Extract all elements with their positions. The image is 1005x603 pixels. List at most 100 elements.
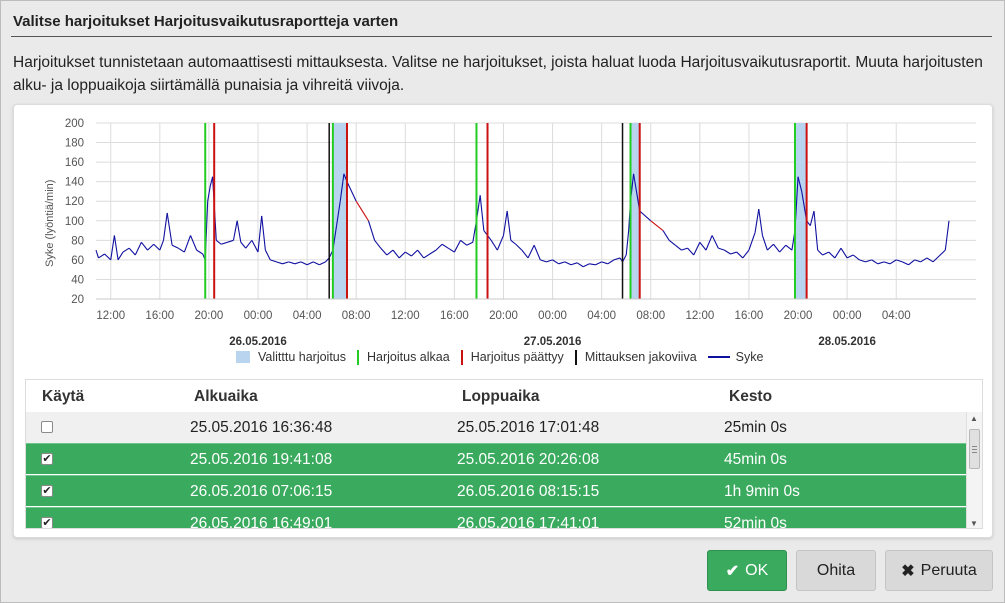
grip-line-icon [972, 449, 977, 450]
y-tick-label: 80 [71, 235, 84, 247]
legend-division: Mittauksen jakoviiva [574, 349, 697, 365]
legend-start: Harjoitus alkaa [357, 349, 450, 365]
heart-rate-segment [215, 239, 222, 245]
skip-button[interactable]: Ohita [796, 550, 876, 591]
heart-rate-segment [817, 249, 823, 256]
heart-rate-segment [189, 235, 198, 251]
heart-rate-segment [128, 247, 136, 256]
heart-rate-segment [147, 243, 155, 251]
heart-rate-segment [134, 242, 142, 256]
row-checkbox-checked[interactable]: ✔ [41, 485, 53, 497]
selected-workout-band [332, 123, 347, 299]
x-tick-label: 16:00 [440, 310, 469, 322]
legend-hr: Syke [707, 350, 763, 364]
heart-rate-segment [496, 235, 504, 251]
heart-rate-segment [435, 243, 443, 251]
check-icon: ✔ [725, 562, 740, 580]
heart-rate-segment [846, 254, 854, 259]
heart-rate-segment [748, 232, 756, 251]
scroll-down-icon[interactable]: ▼ [970, 519, 978, 528]
x-tick-label: 16:00 [145, 310, 174, 322]
header-end-time[interactable]: Loppuaika [462, 388, 540, 406]
heart-rate-segment [785, 244, 793, 251]
dialog-description: Harjoitukset tunnistetaan automaattisest… [13, 54, 983, 94]
heart-rate-chart[interactable]: 200 180 160 140 120 100 80 60 40 20 12:00 16:00 20:0… [14, 105, 994, 345]
table-row[interactable]: ✔ 26.05.2016 07:06:15 26.05.2016 08:15:1… [26, 475, 967, 506]
y-tick-label: 180 [65, 138, 84, 150]
heart-rate-segment [183, 235, 192, 253]
heart-rate-segment [306, 261, 314, 266]
date-label: 26.05.2016 [229, 336, 287, 345]
table-scrollbar[interactable]: ▲ ▼ [966, 412, 982, 528]
header-duration[interactable]: Kesto [729, 388, 772, 406]
heart-rate-segment [564, 261, 572, 266]
scroll-up-icon[interactable]: ▲ [970, 414, 978, 423]
header-start-time[interactable]: Alkuaika [194, 388, 258, 406]
cancel-button-label: Peruuta [920, 561, 977, 579]
heart-rate-segment [240, 241, 247, 249]
x-tick-label: 20:00 [195, 310, 224, 322]
y-tick-label: 140 [65, 177, 84, 189]
heart-rate-segment [264, 249, 271, 261]
row-checkbox[interactable] [41, 421, 53, 433]
heart-rate-segment [822, 251, 829, 256]
heart-rate-segment [718, 247, 725, 251]
heart-rate-segment [282, 261, 289, 265]
heart-rate-segment [453, 240, 462, 253]
heart-rate-segment [386, 249, 394, 256]
heart-rate-segment [479, 195, 485, 231]
table-row[interactable]: 25.05.2016 16:36:48 25.05.2016 17:01:48 … [26, 412, 967, 443]
row-end-time: 26.05.2016 17:41:01 [457, 515, 600, 529]
heart-rate-segment [177, 247, 185, 253]
heart-rate-segment [404, 251, 412, 257]
scroll-thumb[interactable] [969, 429, 980, 469]
ok-button[interactable]: ✔ OK [707, 550, 787, 591]
row-start-time: 25.05.2016 19:41:08 [190, 451, 333, 468]
heart-rate-segment [122, 247, 130, 253]
x-tick-label: 08:00 [636, 310, 665, 322]
heart-rate-segment [95, 249, 99, 259]
header-use[interactable]: Käytä [42, 388, 84, 406]
row-checkbox-checked[interactable]: ✔ [41, 453, 53, 465]
x-tick-label: 00:00 [833, 310, 862, 322]
y-tick-label: 200 [65, 118, 84, 130]
date-label: 27.05.2016 [524, 336, 582, 345]
heart-rate-segment [809, 210, 815, 226]
table-row[interactable]: ✔ 25.05.2016 19:41:08 25.05.2016 20:26:0… [26, 443, 967, 474]
legend-start-swatch [357, 349, 360, 365]
heart-rate-segment [159, 240, 165, 251]
chart-axes: 200 180 160 140 120 100 80 60 40 20 12:00 16:00 20:0… [65, 118, 976, 345]
legend-end-label: Harjoitus päättyy [470, 350, 564, 364]
row-checkbox-checked[interactable]: ✔ [41, 517, 53, 528]
heart-rate-segment [294, 261, 302, 265]
chart-grid [96, 122, 976, 300]
heart-rate-segment [374, 239, 382, 249]
heart-rate-segment [392, 249, 400, 259]
heart-rate-segment [736, 251, 744, 259]
heart-rate-segment [730, 251, 737, 255]
heart-rate-segment [558, 261, 566, 265]
heart-rate-segment [236, 220, 242, 243]
heart-rate-segment [889, 259, 897, 265]
date-label: 28.05.2016 [818, 336, 876, 345]
heart-rate-segment [527, 244, 535, 259]
heart-rate-segment [417, 249, 425, 259]
heart-rate-segment [724, 249, 731, 255]
heart-rate-segment [773, 243, 781, 253]
heart-rate-segment [355, 200, 369, 222]
chart-legend: Valitttu harjoitus Harjoitus alkaa Harjo… [236, 348, 774, 366]
heart-rate-segment [153, 243, 161, 251]
cancel-button[interactable]: ✖ Peruuta [885, 550, 993, 591]
heart-rate-segment [908, 259, 915, 266]
x-tick-label: 16:00 [735, 310, 764, 322]
heart-rate-segment [662, 230, 670, 241]
heart-rate-segment [429, 249, 437, 255]
heart-rate-segment [944, 220, 950, 251]
legend-end-swatch [460, 349, 463, 365]
heart-rate-segment [257, 215, 263, 253]
heart-rate-segment [576, 262, 584, 268]
table-row[interactable]: ✔ 26.05.2016 16:49:01 26.05.2016 17:41:0… [26, 507, 967, 529]
x-tick-label: 20:00 [489, 310, 518, 322]
x-tick-label: 20:00 [784, 310, 813, 322]
x-tick-label: 12:00 [391, 310, 420, 322]
